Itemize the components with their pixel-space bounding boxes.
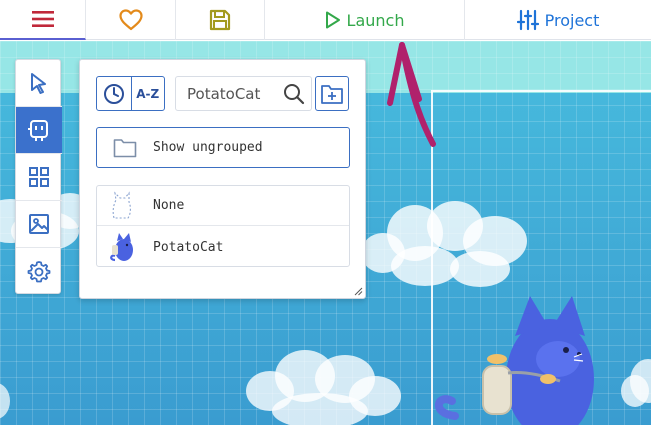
sort-toggle-group: A-Z [96, 76, 165, 111]
play-icon [325, 11, 340, 29]
folder-plus-icon [321, 84, 343, 104]
annotation-arrow [387, 42, 436, 147]
settings-tool-button[interactable] [16, 248, 62, 295]
top-toolbar: Launch Project [0, 0, 651, 40]
floppy-disk-icon [209, 9, 231, 31]
project-label: Project [544, 10, 600, 30]
grid-icon [29, 167, 49, 187]
launch-button[interactable]: Launch [265, 0, 465, 40]
entity-name: PotatoCat [153, 239, 224, 255]
cloud-edge-right [621, 359, 651, 407]
folder-icon [113, 138, 137, 157]
select-tool-button[interactable] [16, 60, 62, 107]
image-icon [29, 214, 49, 234]
resize-grip-icon[interactable] [354, 287, 363, 296]
sort-recent-button[interactable] [97, 77, 131, 110]
clock-icon [103, 83, 124, 104]
entity-search [175, 76, 312, 111]
potatocat-sprite[interactable] [434, 296, 594, 425]
blocks-tool-button[interactable] [16, 154, 62, 201]
entity-item-potatocat[interactable]: PotatoCat [97, 227, 349, 267]
favorite-button[interactable] [86, 0, 176, 40]
tool-sidebar [15, 59, 62, 295]
dashed-cat-outline-icon [109, 189, 135, 223]
sort-alpha-button[interactable]: A-Z [130, 77, 165, 110]
sliders-icon [516, 9, 539, 31]
cloud-middle [361, 201, 527, 287]
menu-button[interactable] [0, 0, 86, 40]
cloud-edge-left [0, 383, 10, 419]
project-button[interactable]: Project [465, 0, 651, 40]
save-button[interactable] [176, 0, 265, 40]
cursor-arrow-icon [31, 73, 46, 94]
entity-list: None PotatoCat [96, 185, 350, 267]
show-ungrouped-label: Show ungrouped [153, 140, 263, 155]
search-icon[interactable] [283, 83, 305, 105]
heart-icon [118, 9, 143, 31]
show-ungrouped-button[interactable]: Show ungrouped [96, 127, 350, 168]
new-group-button[interactable] [315, 76, 349, 111]
sort-alpha-label: A-Z [136, 86, 160, 101]
cloud-bottom [246, 350, 401, 425]
robot-sprite-icon [28, 120, 48, 141]
entity-picker-panel: A-Z Show ungrouped None [79, 59, 366, 299]
hamburger-menu-icon [31, 11, 54, 27]
entities-tool-button[interactable] [16, 107, 62, 154]
entity-item-none[interactable]: None [97, 186, 349, 226]
search-input[interactable] [176, 77, 280, 110]
gear-icon [27, 260, 51, 282]
launch-label: Launch [346, 10, 405, 30]
entity-name: None [153, 198, 185, 213]
potatocat-thumbnail-icon [109, 230, 135, 264]
media-tool-button[interactable] [16, 201, 62, 248]
